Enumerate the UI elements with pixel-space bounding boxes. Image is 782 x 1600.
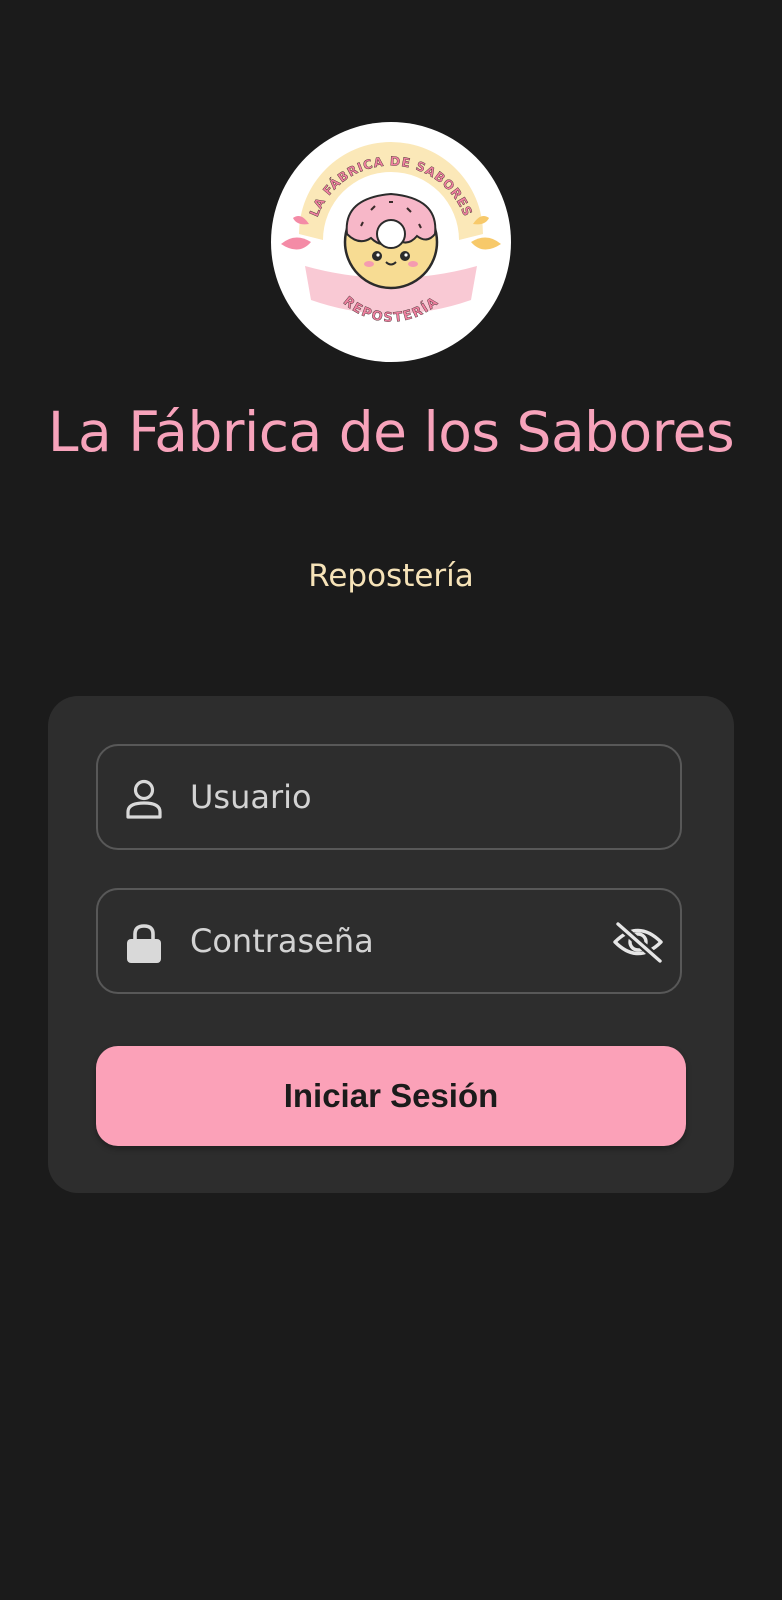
username-input[interactable] xyxy=(190,746,590,848)
lock-icon xyxy=(127,924,161,963)
login-button[interactable]: Iniciar Sesión xyxy=(96,1046,686,1146)
app-logo: LA FÁBRICA DE SABORES REPOSTERÍA xyxy=(271,122,511,362)
login-card: Iniciar Sesión xyxy=(48,696,734,1193)
app-subtitle: Repostería xyxy=(308,558,474,594)
eye-off-icon[interactable] xyxy=(612,921,664,963)
user-icon xyxy=(126,779,162,819)
app-title: La Fábrica de los Sabores xyxy=(47,400,735,464)
username-field[interactable] xyxy=(96,744,682,850)
donut-logo-icon: LA FÁBRICA DE SABORES REPOSTERÍA xyxy=(281,142,501,326)
password-field[interactable] xyxy=(96,888,682,994)
password-input[interactable] xyxy=(190,890,590,992)
